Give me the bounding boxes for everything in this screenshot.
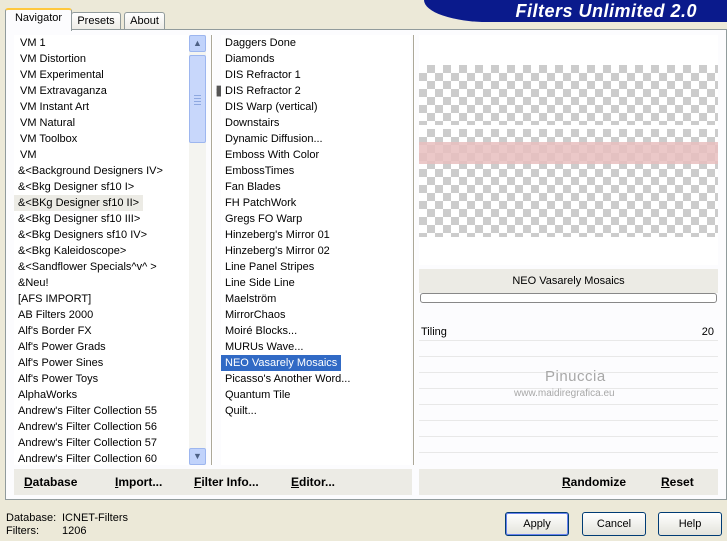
filter-list[interactable]: Daggers Done Diamonds DIS Refractor 1 DIS R…: [221, 35, 411, 465]
param-value: 20: [701, 326, 714, 338]
category-scrollbar[interactable]: ▲ ▼: [189, 35, 206, 465]
editor-button[interactable]: Editor...: [291, 475, 335, 489]
filter-item[interactable]: Line Side Line: [221, 275, 411, 291]
category-item[interactable]: VM Toolbox: [14, 131, 189, 147]
category-item[interactable]: Alf's Power Sines: [14, 355, 189, 371]
category-item[interactable]: VM Instant Art: [14, 99, 189, 115]
filter-item[interactable]: Maelström: [221, 291, 411, 307]
category-item[interactable]: Andrew's Filter Collection 60: [14, 451, 189, 465]
category-item[interactable]: Andrew's Filter Collection 56: [14, 419, 189, 435]
category-item[interactable]: Alf's Power Toys: [14, 371, 189, 387]
scroll-up-button[interactable]: ▲: [189, 35, 206, 52]
filter-item[interactable]: Quilt...: [221, 403, 411, 419]
param-row-empty: [419, 437, 718, 453]
category-item[interactable]: VM 1: [14, 35, 189, 51]
category-item[interactable]: Alf's Border FX: [14, 323, 189, 339]
param-row-empty: [419, 341, 718, 357]
progress-bar: [420, 293, 717, 303]
category-item[interactable]: [AFS IMPORT]: [14, 291, 189, 307]
param-label: Tiling: [421, 326, 447, 338]
category-item[interactable]: &<Sandflower Specials^v^ >: [14, 259, 189, 275]
filter-item[interactable]: Hinzeberg's Mirror 02: [221, 243, 411, 259]
apply-button[interactable]: Apply: [505, 512, 569, 536]
filter-item[interactable]: Downstairs: [221, 115, 411, 131]
filter-item[interactable]: Emboss With Color: [221, 147, 411, 163]
category-item[interactable]: Andrew's Filter Collection 55: [14, 403, 189, 419]
scroll-down-button[interactable]: ▼: [189, 448, 206, 465]
preview-image-top: [419, 65, 718, 125]
database-label: Database:: [6, 512, 57, 524]
filter-item[interactable]: Picasso's Another Word...: [221, 371, 411, 387]
category-list[interactable]: VM 1 VM Distortion VM Experimental VM Extra…: [14, 35, 189, 465]
category-item[interactable]: VM: [14, 147, 189, 163]
scroll-thumb[interactable]: [189, 55, 206, 143]
status-area: Database: ICNET-Filters Filters: 1206: [6, 512, 128, 538]
tab-presets[interactable]: Presets: [71, 12, 121, 30]
reset-button[interactable]: Reset: [661, 475, 694, 489]
preview-pane: [419, 35, 718, 265]
filter-item[interactable]: Hinzeberg's Mirror 01: [221, 227, 411, 243]
category-item[interactable]: &<Bkg Kaleidoscope>: [14, 243, 189, 259]
column-divider: [211, 35, 213, 465]
filter-item[interactable]: Diamonds: [221, 51, 411, 67]
filter-item[interactable]: Gregs FO Warp: [221, 211, 411, 227]
filter-item[interactable]: DIS Refractor 1: [221, 67, 411, 83]
category-item[interactable]: VM Experimental: [14, 67, 189, 83]
filter-item[interactable]: MURUs Wave...: [221, 339, 411, 355]
filter-item[interactable]: Line Panel Stripes: [221, 259, 411, 275]
filter-item[interactable]: EmbossTimes: [221, 163, 411, 179]
category-item[interactable]: &<Background Designers IV>: [14, 163, 189, 179]
param-row-empty: [419, 405, 718, 421]
app-title: Filters Unlimited 2.0: [515, 1, 697, 21]
category-item[interactable]: &<Bkg Designer sf10 I>: [14, 179, 189, 195]
category-item[interactable]: AlphaWorks: [14, 387, 189, 403]
category-item[interactable]: Andrew's Filter Collection 57: [14, 435, 189, 451]
filter-item[interactable]: Fan Blades: [221, 179, 411, 195]
randomize-button[interactable]: Randomize: [562, 475, 626, 489]
filter-name-label: NEO Vasarely Mosaics: [419, 269, 718, 293]
import-button[interactable]: Import...: [115, 475, 162, 489]
category-item[interactable]: AB Filters 2000: [14, 307, 189, 323]
column-divider: [413, 35, 415, 465]
param-row-empty: [419, 421, 718, 437]
filters-count: 1206: [62, 525, 87, 537]
database-value: ICNET-Filters: [62, 512, 128, 524]
category-item[interactable]: &<Bkg Designers sf10 IV>: [14, 227, 189, 243]
watermark-name: Pinuccia: [545, 368, 606, 385]
category-item[interactable]: &<Bkg Designer sf10 III>: [14, 211, 189, 227]
category-item[interactable]: VM Distortion: [14, 51, 189, 67]
filter-item[interactable]: Quantum Tile: [221, 387, 411, 403]
filter-item[interactable]: Moiré Blocks...: [221, 323, 411, 339]
filter-item[interactable]: Daggers Done: [221, 35, 411, 51]
filter-info-button[interactable]: Filter Info...: [194, 475, 259, 489]
category-item[interactable]: VM Natural: [14, 115, 189, 131]
category-item[interactable]: VM Extravaganza: [14, 83, 189, 99]
database-button[interactable]: Database: [24, 475, 77, 489]
filter-item[interactable]: FH PatchWork: [221, 195, 411, 211]
tab-about[interactable]: About: [124, 12, 165, 30]
help-button[interactable]: Help: [658, 512, 722, 536]
filter-item[interactable]: MirrorChaos: [221, 307, 411, 323]
title-banner: Filters Unlimited 2.0: [424, 0, 727, 22]
cancel-button[interactable]: Cancel: [582, 512, 646, 536]
category-item[interactable]: &Neu!: [14, 275, 189, 291]
category-item[interactable]: &<BKg Designer sf10 II>: [14, 195, 144, 211]
filter-item[interactable]: DIS Warp (vertical): [221, 99, 411, 115]
filter-item[interactable]: NEO Vasarely Mosaics: [221, 355, 342, 371]
category-item[interactable]: Alf's Power Grads: [14, 339, 189, 355]
preview-band: [419, 142, 718, 164]
filters-label: Filters:: [6, 525, 39, 537]
tab-navigator[interactable]: Navigator: [5, 8, 72, 31]
param-row-tiling[interactable]: Tiling 20: [419, 325, 718, 341]
watermark-url: www.maidiregrafica.eu: [514, 388, 615, 399]
filter-item[interactable]: DIS Refractor 2: [221, 83, 411, 99]
filter-item[interactable]: Dynamic Diffusion...: [221, 131, 411, 147]
